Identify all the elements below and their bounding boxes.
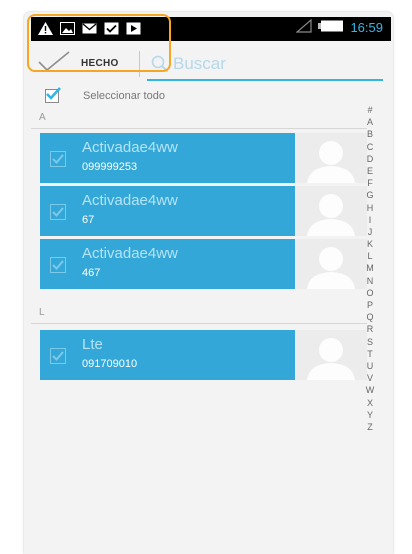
contact-name: Activadae4ww	[82, 139, 178, 156]
index-letter[interactable]: H	[367, 202, 374, 214]
index-letter[interactable]: T	[367, 348, 373, 360]
index-letter[interactable]: G	[366, 189, 373, 201]
search-box[interactable]	[147, 51, 383, 81]
index-letter[interactable]: D	[367, 153, 374, 165]
alphabet-index[interactable]: # A B C D E F G H I J K L M N O P Q R S T U V W X Y Z	[363, 104, 377, 433]
contact-row[interactable]: Lte 091709010	[40, 330, 367, 380]
section-letter: A	[39, 112, 46, 123]
index-letter[interactable]: J	[368, 226, 373, 238]
index-letter[interactable]: Z	[367, 421, 373, 433]
index-letter[interactable]: X	[367, 397, 373, 409]
index-letter[interactable]: C	[367, 141, 374, 153]
index-letter[interactable]: W	[366, 384, 375, 396]
index-letter[interactable]: K	[367, 238, 373, 250]
contact-name: Activadae4ww	[82, 245, 178, 262]
contact-row[interactable]: Activadae4ww 67	[40, 186, 367, 236]
select-all-checkbox[interactable]	[45, 87, 61, 103]
avatar-icon	[295, 186, 367, 236]
section-letter: L	[39, 307, 45, 318]
index-letter[interactable]: F	[367, 177, 373, 189]
select-all-label: Seleccionar todo	[83, 90, 165, 102]
search-input[interactable]	[173, 51, 373, 77]
index-letter[interactable]: S	[367, 336, 373, 348]
index-letter[interactable]: Y	[367, 409, 373, 421]
section-divider	[31, 323, 367, 324]
index-letter[interactable]: A	[367, 116, 373, 128]
contact-name: Activadae4ww	[82, 192, 178, 209]
avatar-icon	[295, 133, 367, 183]
index-letter[interactable]: Q	[366, 311, 373, 323]
battery-icon	[318, 20, 344, 35]
select-all-row[interactable]: Seleccionar todo	[31, 85, 391, 107]
contact-phone: 67	[82, 214, 95, 226]
contact-name: Lte	[82, 336, 103, 353]
index-letter[interactable]: I	[369, 214, 372, 226]
avatar-icon	[295, 239, 367, 289]
contact-phone: 099999253	[82, 161, 138, 173]
index-letter[interactable]: N	[367, 275, 374, 287]
section-divider	[31, 128, 367, 129]
contact-checkbox[interactable]	[50, 204, 66, 220]
index-letter[interactable]: U	[367, 360, 374, 372]
phone-screen: 16:59 HECHO Seleccionar todo A	[24, 12, 393, 554]
index-letter[interactable]: B	[367, 128, 373, 140]
index-letter[interactable]: V	[367, 372, 373, 384]
index-letter[interactable]: O	[366, 287, 373, 299]
index-letter[interactable]: M	[366, 262, 374, 274]
highlight-box	[27, 14, 171, 72]
contact-row[interactable]: Activadae4ww 467	[40, 239, 367, 289]
signal-icon	[295, 18, 313, 36]
contact-checkbox[interactable]	[50, 257, 66, 273]
contact-phone: 091709010	[82, 358, 138, 370]
index-letter[interactable]: P	[367, 299, 373, 311]
index-letter[interactable]: R	[367, 323, 374, 335]
clock-time: 16:59	[350, 20, 383, 35]
contact-checkbox[interactable]	[50, 151, 66, 167]
contact-checkbox[interactable]	[50, 348, 66, 364]
contact-row[interactable]: Activadae4ww 099999253	[40, 133, 367, 183]
avatar-icon	[295, 330, 367, 380]
contact-phone: 467	[82, 267, 101, 279]
index-letter[interactable]: E	[367, 165, 373, 177]
index-letter[interactable]: L	[367, 250, 372, 262]
index-letter[interactable]: #	[367, 104, 372, 116]
